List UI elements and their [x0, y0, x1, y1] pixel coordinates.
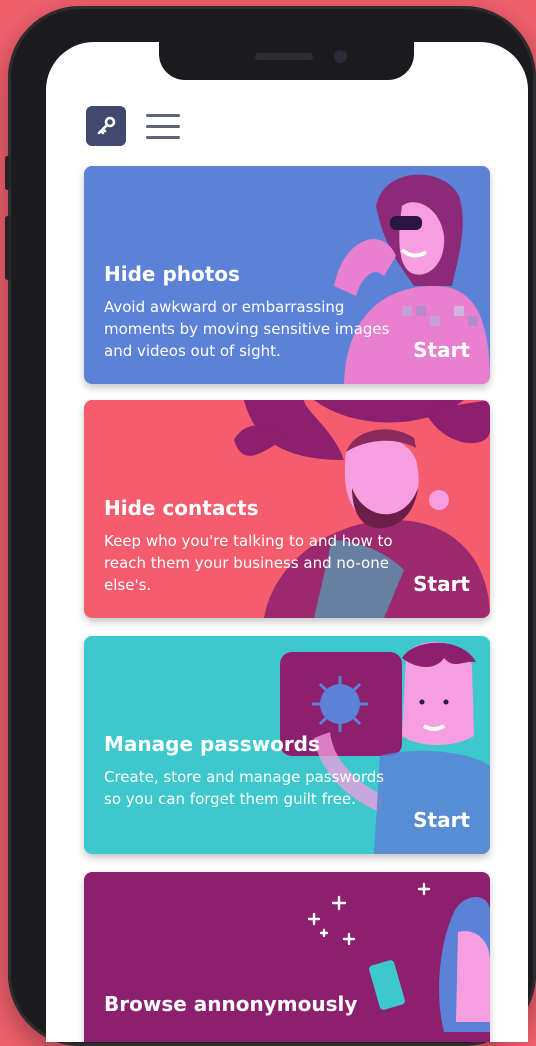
- phone-frame: Hide photos Avoid awkward or embarrassin…: [5, 6, 536, 1046]
- card-title: Browse annonymously: [104, 992, 358, 1016]
- hamburger-menu-icon[interactable]: [146, 112, 180, 142]
- phone-volume-button: [5, 216, 10, 280]
- card-description: Avoid awkward or embarrassing moments by…: [104, 298, 390, 360]
- card-title: Manage passwords: [104, 732, 320, 756]
- night-browsing-illustration: [307, 882, 490, 1032]
- start-button[interactable]: Start: [413, 808, 470, 832]
- card-title: Hide contacts: [104, 496, 259, 520]
- card-description: Create, store and manage passwords so yo…: [104, 768, 385, 808]
- app-header: [86, 106, 486, 150]
- start-button[interactable]: Start: [413, 338, 470, 362]
- key-logo-icon[interactable]: [86, 106, 126, 146]
- card-description: Keep who you're talking to and how to re…: [104, 532, 393, 594]
- browse-anonymously-card[interactable]: Browse annonymously: [84, 872, 490, 1042]
- front-camera: [334, 50, 347, 63]
- start-button[interactable]: Start: [413, 572, 470, 596]
- phone-screen: Hide photos Avoid awkward or embarrassin…: [46, 42, 528, 1042]
- phone-notch: [159, 42, 414, 80]
- phone-side-button: [5, 156, 10, 190]
- speaker-grille: [255, 53, 313, 60]
- manage-passwords-card[interactable]: Manage passwords Create, store and manag…: [84, 636, 490, 854]
- hide-contacts-card[interactable]: Hide contacts Keep who you're talking to…: [84, 400, 490, 618]
- card-title: Hide photos: [104, 262, 240, 286]
- hide-photos-card[interactable]: Hide photos Avoid awkward or embarrassin…: [84, 166, 490, 384]
